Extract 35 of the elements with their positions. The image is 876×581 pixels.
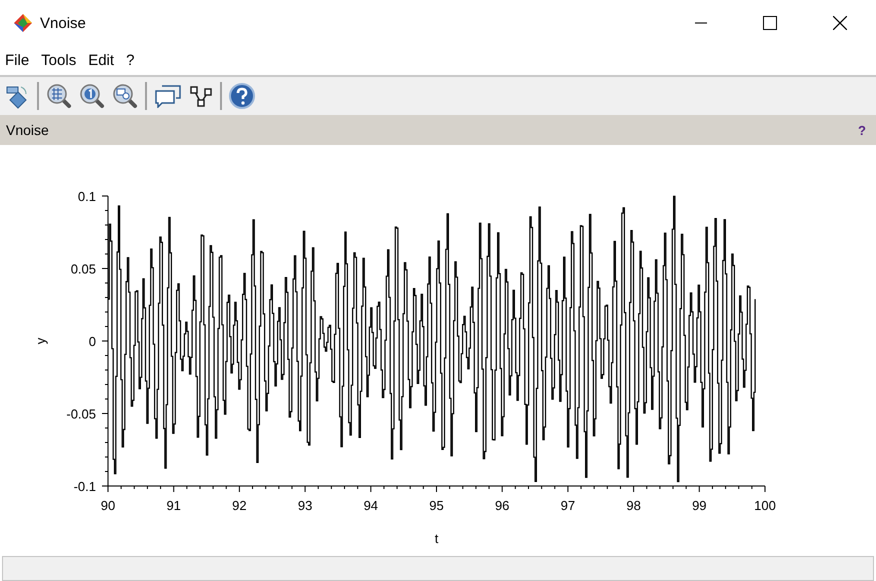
y-tick-label: -0.1 — [74, 479, 96, 494]
y-tick-label: 0.05 — [70, 262, 96, 276]
menu-item[interactable]: Tools — [41, 52, 76, 69]
x-tick-label: 91 — [166, 498, 181, 513]
help-link[interactable]: ? — [858, 122, 866, 138]
y-axis-label: y — [33, 338, 48, 344]
x-tick-label: 90 — [100, 498, 116, 513]
zoom-box-icon[interactable] — [112, 83, 138, 109]
x-tick-label: 97 — [560, 498, 576, 513]
speech-bubbles-icon[interactable] — [154, 84, 182, 108]
x-tick-label: 93 — [298, 498, 312, 513]
y-tick-label: -0.05 — [66, 406, 96, 422]
menu-item[interactable]: Edit — [88, 52, 114, 69]
zoom-grid-icon[interactable] — [46, 83, 72, 109]
close-icon[interactable] — [833, 16, 847, 30]
x-tick-label: 98 — [626, 498, 641, 513]
y-tick-label: 0.1 — [78, 189, 96, 204]
y-tick-label: 0 — [88, 334, 96, 349]
x-tick-label: 100 — [754, 498, 776, 513]
minimize-icon[interactable] — [695, 22, 707, 24]
zoom-reset-icon[interactable] — [79, 83, 105, 109]
app-logo-icon — [13, 13, 33, 33]
x-axis-label: t — [434, 531, 438, 546]
menu-item[interactable]: ? — [126, 52, 134, 69]
panel-title: Vnoise — [6, 122, 49, 138]
maximize-icon[interactable] — [763, 16, 777, 30]
x-tick-label: 99 — [692, 498, 707, 513]
x-tick-label: 94 — [364, 498, 378, 513]
x-tick-label: 96 — [494, 498, 510, 513]
menu-item[interactable]: File — [5, 52, 30, 69]
help-icon[interactable] — [229, 83, 255, 109]
x-tick-label: 92 — [232, 498, 247, 513]
node-graph-icon[interactable] — [189, 84, 213, 108]
window-title: Vnoise — [40, 14, 86, 32]
x-tick-label: 95 — [429, 498, 444, 513]
